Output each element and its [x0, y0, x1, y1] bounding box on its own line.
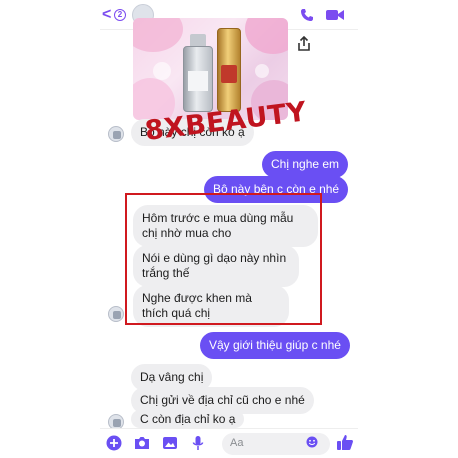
background-bubble [255, 64, 269, 78]
message-input-placeholder: Aa [230, 437, 244, 449]
message-incoming[interactable]: C còn địa chỉ ko ạ [131, 410, 245, 428]
contact-avatar[interactable] [108, 306, 124, 322]
chat-screen: < 2 Bộ này chị còn ko ạ 8XBEAUTY Chị ngh… [0, 0, 458, 458]
background-bubble [153, 62, 171, 80]
background-blossom [133, 18, 183, 52]
gold-bottle [217, 28, 241, 112]
share-icon[interactable] [296, 36, 312, 52]
video-icon[interactable] [326, 9, 344, 21]
message-composer: Aa [100, 428, 358, 458]
mic-icon[interactable] [190, 435, 206, 451]
contact-avatar[interactable] [108, 126, 124, 142]
plus-icon[interactable] [106, 435, 122, 451]
background-blossom [245, 18, 288, 54]
back-icon[interactable]: < [102, 6, 111, 24]
emoji-icon[interactable] [306, 436, 318, 448]
camera-icon[interactable] [134, 435, 150, 451]
gallery-icon[interactable] [162, 435, 178, 451]
highlight-box [125, 193, 322, 325]
message-outgoing[interactable]: Chị nghe em [262, 151, 349, 178]
message-outgoing[interactable]: Vậy giới thiệu giúp c nhé [200, 332, 350, 359]
silver-bottle [183, 46, 213, 112]
unread-count-badge: 2 [114, 9, 126, 21]
phone-icon[interactable] [300, 8, 314, 22]
thumbs-up-icon[interactable] [336, 433, 354, 451]
